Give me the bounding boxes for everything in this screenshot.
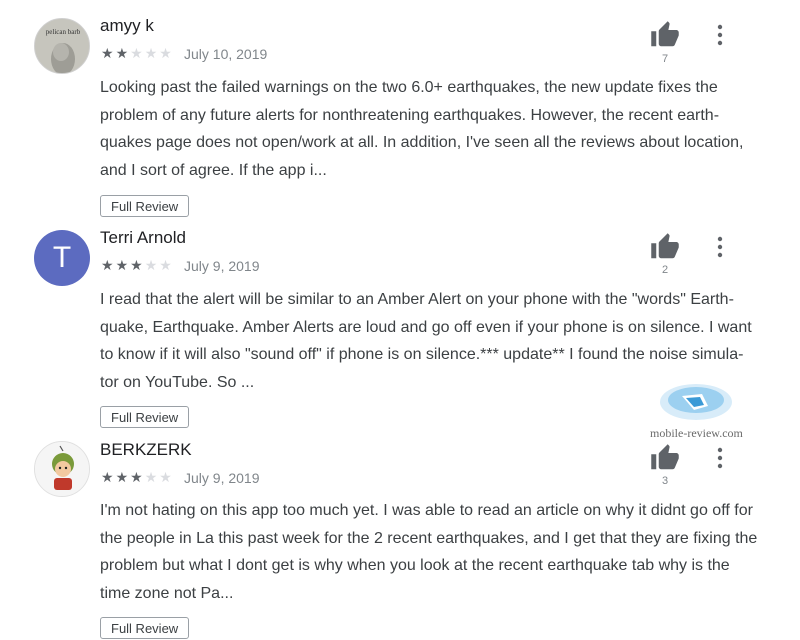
more-options-icon[interactable] — [713, 236, 727, 258]
thumbs-up-icon[interactable] — [650, 20, 680, 50]
star-rating: ★ ★ ★ ★ ★ — [101, 46, 174, 60]
avatar-caption: pelican barb — [46, 28, 81, 36]
review-author: Terri Arnold — [100, 228, 186, 247]
review-author: amyy k — [100, 16, 154, 35]
avatar[interactable] — [34, 441, 90, 497]
star-icon: ★ — [115, 469, 129, 485]
star-icon: ★ — [101, 257, 114, 273]
helpful-count: 7 — [661, 53, 669, 65]
star-icon: ★ — [159, 469, 172, 485]
review-date: July 10, 2019 — [184, 46, 268, 62]
review-author: BERKZERK — [100, 440, 192, 459]
star-icon: ★ — [144, 469, 158, 485]
review-date: July 9, 2019 — [184, 470, 260, 486]
thumbs-up-icon[interactable] — [650, 232, 680, 262]
star-icon: ★ — [101, 45, 114, 61]
star-icon: ★ — [130, 469, 143, 485]
full-review-button[interactable]: Full Review — [100, 195, 190, 217]
more-options-icon[interactable] — [713, 24, 727, 46]
star-icon: ★ — [130, 45, 143, 61]
review-date: July 9, 2019 — [184, 258, 260, 274]
star-rating: ★ ★ ★ ★ ★ — [101, 470, 174, 484]
avatar[interactable]: pelican barb — [34, 18, 90, 74]
full-review-button[interactable]: Full Review — [100, 406, 190, 428]
avatar-photo-image: pelican barb — [35, 19, 89, 73]
star-icon: ★ — [101, 469, 114, 485]
avatar[interactable]: T — [34, 230, 90, 286]
star-rating: ★ ★ ★ ★ ★ — [101, 258, 174, 272]
star-icon: ★ — [159, 257, 172, 273]
star-icon: ★ — [130, 257, 143, 273]
star-icon: ★ — [159, 45, 172, 61]
full-review-button[interactable]: Full Review — [100, 617, 190, 639]
review-text: I'm not hating on this app too much yet.… — [100, 502, 758, 602]
star-icon: ★ — [144, 45, 158, 61]
star-icon: ★ — [144, 257, 158, 273]
more-options-icon[interactable] — [713, 447, 727, 469]
review-text: Looking past the failed warnings on the … — [100, 79, 744, 179]
star-icon: ★ — [115, 45, 129, 61]
watermark-text: mobile-review.com — [650, 426, 743, 440]
star-icon: ★ — [115, 257, 129, 273]
helpful-count: 2 — [661, 264, 669, 276]
avatar-cartoon-image — [35, 442, 89, 496]
helpful-count: 3 — [661, 475, 669, 487]
